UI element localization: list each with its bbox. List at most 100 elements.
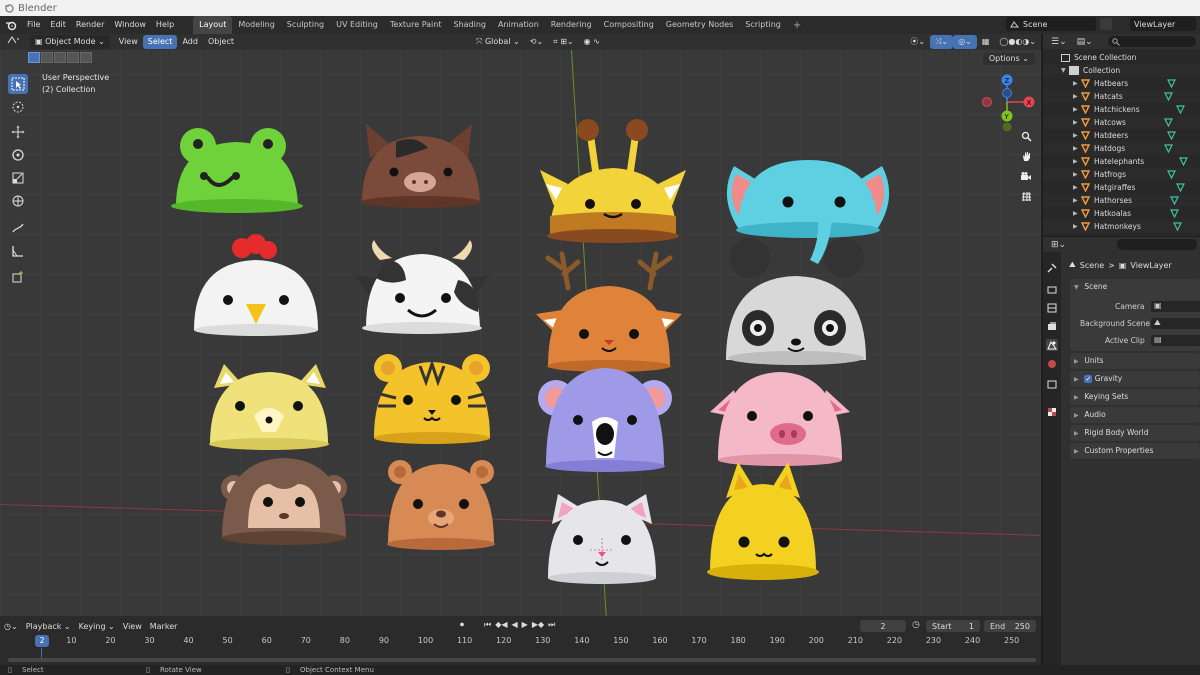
custom-properties-panel[interactable]: ▶ Custom Properties [1070,443,1200,459]
select-new-icon[interactable] [28,52,40,63]
new-scene-icon[interactable] [1100,18,1112,30]
tab-scripting[interactable]: Scripting [739,16,787,34]
tree-item-hatcats[interactable]: ▶ Hatcats [1043,90,1200,103]
menu-object[interactable]: Object [203,35,239,49]
transform-orientation-dropdown[interactable]: ⤧ Global ⌄ [471,35,525,49]
menu-marker[interactable]: Marker [146,622,182,631]
display-mode-icon[interactable]: ▤⌄ [1077,37,1093,47]
record-icon[interactable]: ⏺ [460,620,464,630]
options-dropdown[interactable]: Options ⌄ [982,53,1035,65]
move-tool-icon[interactable] [8,122,28,142]
visibility-icon[interactable]: ⦿⌄ [905,35,930,49]
audio-panel[interactable]: ▶ Audio [1070,407,1200,423]
hat-panda[interactable] [722,230,870,370]
timeline-scrollbar[interactable] [8,658,1036,662]
tab-modeling[interactable]: Modeling [232,16,280,34]
cursor-tool-icon[interactable] [8,97,28,117]
scene-selector[interactable]: Scene [1006,17,1096,31]
hat-horse[interactable] [356,124,486,208]
output-tab-icon[interactable] [1046,302,1058,314]
render-tab-icon[interactable] [1046,284,1058,296]
ortho-grid-icon[interactable] [1018,188,1034,204]
hat-tiger[interactable] [370,350,494,446]
scene-tab-icon[interactable] [1046,339,1058,351]
view-layer-tab-icon[interactable] [1046,320,1058,332]
expand-icon[interactable]: ▶ [1073,210,1081,217]
hat-monkey[interactable] [218,454,350,546]
add-cube-tool-icon[interactable] [8,267,28,287]
tree-item-hathorses[interactable]: ▶ Hathorses [1043,194,1200,207]
hat-bear[interactable] [384,458,498,552]
tab-sculpting[interactable]: Sculpting [281,16,330,34]
zoom-icon[interactable] [1018,128,1034,144]
tree-item-hatkoalas[interactable]: ▶ Hatkoalas [1043,207,1200,220]
navigation-gizmo[interactable]: X Z Y [978,72,1036,132]
expand-icon[interactable]: ▶ [1073,80,1081,87]
properties-editor-icon[interactable]: ⊞⌄ [1051,240,1066,250]
select-subtract-icon[interactable] [54,52,66,63]
tab-geometry-nodes[interactable]: Geometry Nodes [660,16,739,34]
expand-icon[interactable]: ▶ [1073,197,1081,204]
start-frame-field[interactable]: Start 1 [926,620,980,632]
tree-item-hatmonkeys[interactable]: ▶ Hatmonkeys [1043,220,1200,233]
expand-icon[interactable]: ▶ [1073,93,1081,100]
expand-icon[interactable]: ▶ [1073,171,1081,178]
clock-icon[interactable]: ◷ [912,620,920,630]
expand-icon[interactable]: ▶ [1073,184,1081,191]
measure-tool-icon[interactable] [8,241,28,261]
tab-compositing[interactable]: Compositing [598,16,660,34]
prev-keyframe-icon[interactable]: ◆◀ [495,620,507,630]
menu-edit[interactable]: Edit [45,16,71,34]
camera-view-icon[interactable] [1018,168,1034,184]
annotate-tool-icon[interactable] [8,218,28,238]
menu-playback[interactable]: Playback ⌄ [22,622,75,631]
tree-item-hatchickens[interactable]: ▶ Hatchickens [1043,103,1200,116]
tree-collection[interactable]: ▼ Collection [1043,64,1200,77]
hat-yellow-cat[interactable] [704,458,822,586]
pivot-icon[interactable]: ⟲⌄ [525,35,548,49]
timeline-editor[interactable]: ◷⌄ Playback ⌄ Keying ⌄ View Marker ⏺ ⏮ ◆… [0,616,1041,665]
select-extend-icon[interactable] [41,52,53,63]
tree-item-hatdogs[interactable]: ▶ Hatdogs [1043,142,1200,155]
play-reverse-icon[interactable]: ◀ [512,620,518,630]
menu-view[interactable]: View [114,35,143,49]
proportional-edit-icon[interactable]: ◉ ∿ [579,35,605,49]
current-frame-indicator[interactable]: 2 [35,635,49,647]
expand-icon[interactable]: ▶ [1073,158,1081,165]
rigid-body-world-panel[interactable]: ▶ Rigid Body World [1070,425,1200,441]
view-layer-selector[interactable]: ViewLayer [1130,17,1196,31]
keying-sets-panel[interactable]: ▶ Keying Sets [1070,389,1200,405]
outliner-editor-icon[interactable]: ☰⌄ [1051,37,1067,47]
editor-type-icon[interactable] [0,35,26,49]
blender-menu-icon[interactable] [0,16,22,34]
frame-ruler[interactable]: 2 10 20 30 40 50 60 70 80 90 100 110 120 130 140 150 16… [0,634,1041,648]
hat-deer[interactable] [534,244,684,378]
menu-add[interactable]: Add [177,35,203,49]
play-icon[interactable]: ▶ [522,620,528,630]
menu-help[interactable]: Help [151,16,179,34]
hat-pig[interactable] [706,368,854,468]
3d-viewport[interactable]: ▣ Object Mode ⌄ View Select Add Object ⤧… [0,34,1041,616]
background-scene-field[interactable]: ⛰ [1151,318,1200,329]
snap-icon[interactable]: ⌗ ⊞⌄ [548,35,578,49]
tab-shading[interactable]: Shading [447,16,492,34]
outliner-search-input[interactable] [1108,36,1196,47]
hat-frog[interactable] [168,122,304,214]
hat-cat[interactable] [544,490,660,586]
tree-item-hatbears[interactable]: ▶ Hatbears [1043,77,1200,90]
expand-icon[interactable]: ▶ [1073,145,1081,152]
expand-icon[interactable]: ▼ [1061,67,1069,74]
rotate-tool-icon[interactable] [8,145,28,165]
tab-rendering[interactable]: Rendering [545,16,598,34]
shading-modes-icon[interactable]: ◯●◐◑⌄ [994,35,1041,49]
active-clip-field[interactable]: ▤ [1151,335,1200,346]
gravity-checkbox[interactable]: ✓ [1084,375,1093,383]
hat-cow[interactable] [350,240,494,336]
units-panel[interactable]: ▶ Units [1070,353,1200,369]
tree-item-hatfrogs[interactable]: ▶ Hatfrogs [1043,168,1200,181]
hat-dog[interactable] [204,360,334,452]
select-intersect-icon[interactable] [80,52,92,63]
tab-animation[interactable]: Animation [492,16,545,34]
tree-item-hatcows[interactable]: ▶ Hatcows [1043,116,1200,129]
expand-icon[interactable]: ▶ [1073,106,1081,113]
